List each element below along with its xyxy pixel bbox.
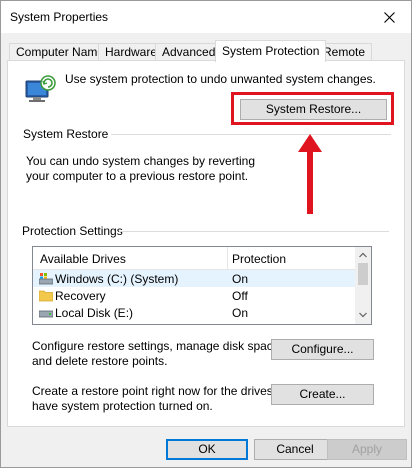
configure-desc-line: and delete restore points. xyxy=(32,354,168,368)
system-drive-icon xyxy=(39,273,53,285)
group-divider xyxy=(111,134,391,135)
window-title: System Properties xyxy=(10,10,109,24)
drives-list[interactable]: Available Drives Protection Windows (C:)… xyxy=(32,246,372,325)
drive-protection: Off xyxy=(232,289,248,303)
up-arrow-annotation xyxy=(298,134,322,214)
system-restore-description: You can undo system changes by reverting… xyxy=(26,154,255,184)
group-divider xyxy=(119,231,389,232)
column-header-protection[interactable]: Protection xyxy=(232,252,286,266)
list-item[interactable]: Local Disk (E:) On xyxy=(33,304,355,321)
scroll-down-icon[interactable] xyxy=(359,312,367,318)
list-scrollbar[interactable] xyxy=(355,247,371,324)
info-text: Use system protection to undo unwanted s… xyxy=(65,72,376,86)
system-restore-button[interactable]: System Restore... xyxy=(240,99,387,120)
tab-computer-name[interactable]: Computer Name xyxy=(9,43,112,61)
list-item[interactable]: Windows (C:) (System) On xyxy=(33,270,355,287)
title-bar: System Properties xyxy=(1,1,411,33)
close-button[interactable] xyxy=(367,1,411,33)
protection-settings-group-label: Protection Settings xyxy=(22,224,127,238)
restore-desc-line: your computer to a previous restore poin… xyxy=(26,169,249,183)
create-desc-line: have system protection turned on. xyxy=(32,399,213,413)
list-header: Available Drives Protection xyxy=(33,247,355,270)
cancel-button[interactable]: Cancel xyxy=(254,439,336,460)
list-item[interactable]: Recovery Off xyxy=(33,287,355,304)
ok-button[interactable]: OK xyxy=(166,439,248,460)
disk-drive-icon xyxy=(39,310,53,318)
create-button[interactable]: Create... xyxy=(271,384,374,405)
column-separator xyxy=(227,247,228,270)
tab-advanced[interactable]: Advanced xyxy=(155,43,223,61)
tab-system-protection[interactable]: System Protection xyxy=(215,40,327,62)
create-desc-line: Create a restore point right now for the… xyxy=(32,384,297,398)
restore-desc-line: You can undo system changes by reverting xyxy=(26,154,256,168)
folder-icon xyxy=(39,290,53,302)
drive-protection: On xyxy=(232,306,249,320)
computer-shield-icon xyxy=(25,75,56,102)
drive-name: Windows (C:) (System) xyxy=(55,272,179,286)
configure-description: Configure restore settings, manage disk … xyxy=(32,339,283,369)
configure-button[interactable]: Configure... xyxy=(271,339,374,360)
apply-button[interactable]: Apply xyxy=(327,439,407,460)
scroll-up-icon[interactable] xyxy=(359,252,367,258)
column-header-drives[interactable]: Available Drives xyxy=(40,252,126,266)
drive-protection: On xyxy=(232,272,249,286)
system-properties-window: System Properties Computer Name Hardware… xyxy=(0,0,412,468)
drive-name: Local Disk (E:) xyxy=(55,306,134,320)
drive-name: Recovery xyxy=(55,289,106,303)
close-icon xyxy=(383,11,395,23)
system-restore-group-label: System Restore xyxy=(23,127,113,141)
scroll-thumb[interactable] xyxy=(358,263,368,285)
configure-desc-line: Configure restore settings, manage disk … xyxy=(32,339,283,353)
create-description: Create a restore point right now for the… xyxy=(32,384,296,414)
